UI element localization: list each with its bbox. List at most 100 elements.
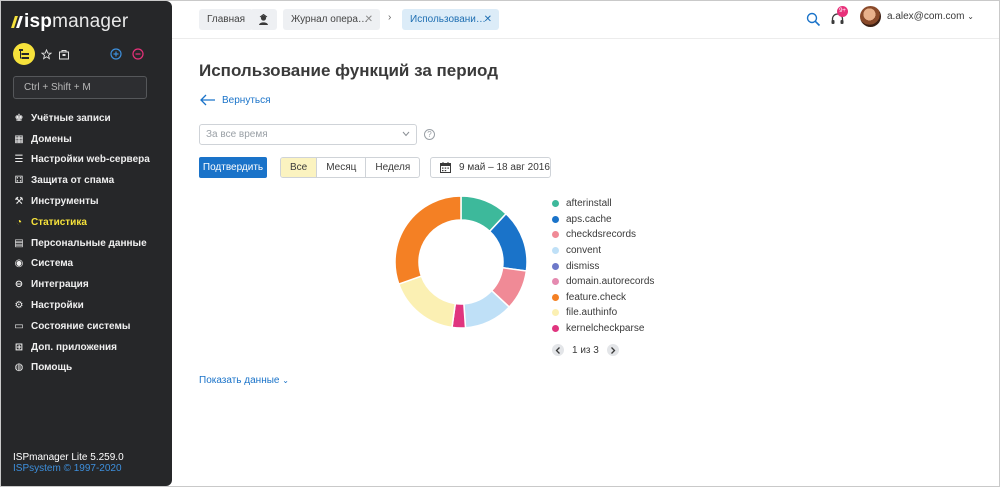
- sidebar-item-domains[interactable]: ▦ Домены: [1, 129, 172, 150]
- sidebar-item-label: Настройки web-сервера: [31, 154, 150, 166]
- close-icon[interactable]: ✕: [484, 9, 492, 30]
- notification-badge: 9+: [837, 6, 848, 17]
- shop-button[interactable]: [55, 45, 73, 63]
- legend-item[interactable]: file.authinfo: [552, 305, 654, 321]
- pager-next-button[interactable]: [606, 344, 619, 356]
- legend-item[interactable]: convent: [552, 243, 654, 259]
- legend-swatch: [552, 247, 559, 255]
- version-label: ISPmanager Lite 5.259.0: [13, 452, 124, 463]
- date-range-button[interactable]: 9 май – 18 авг 2016: [430, 157, 551, 178]
- legend-item[interactable]: kernelcheckparse: [552, 321, 654, 337]
- sidebar-item-personal-data[interactable]: ▤ Персональные данные: [1, 233, 172, 254]
- date-range-label: 9 май – 18 авг 2016: [459, 162, 550, 173]
- breadcrumb-separator: ›: [388, 12, 392, 23]
- legend-label: dismiss: [566, 260, 600, 272]
- sidebar-item-integration[interactable]: ⊖ Интеграция: [1, 274, 172, 295]
- legend-swatch: [552, 200, 559, 208]
- show-data-link[interactable]: Показать данные ⌄: [199, 375, 289, 386]
- expand-all-button[interactable]: [107, 45, 125, 63]
- sidebar-item-label: Доп. приложения: [31, 341, 117, 353]
- legend-item[interactable]: aps.cache: [552, 212, 654, 228]
- pager-prev-button[interactable]: [552, 344, 564, 356]
- legend-swatch: [552, 215, 559, 223]
- legend-item[interactable]: checkdsrecords: [552, 227, 654, 243]
- avatar[interactable]: [860, 6, 881, 27]
- legend-item[interactable]: domain.autorecords: [552, 274, 654, 290]
- sidebar-item-label: Настройки: [31, 300, 84, 312]
- logo-bold: isp: [24, 11, 53, 32]
- back-label: Вернуться: [222, 94, 271, 106]
- period-select[interactable]: За все время: [199, 124, 417, 145]
- menu-tree-icon: [19, 49, 29, 59]
- sidebar-item-apps[interactable]: ⊞ Доп. приложения: [1, 337, 172, 358]
- donut-slice-file-authinfo[interactable]: [397, 275, 457, 329]
- chevron-right-icon: [610, 346, 616, 354]
- donut-slice-feature-check[interactable]: [394, 195, 462, 286]
- tools-icon: ⚒: [14, 196, 24, 208]
- monitor-icon: ▭: [14, 320, 24, 332]
- menu-tree-button[interactable]: [13, 43, 35, 65]
- sidebar-item-monitor[interactable]: ▭ Состояние системы: [1, 316, 172, 337]
- tab-journal-label: Журнал опера…: [291, 14, 368, 25]
- help-icon[interactable]: ?: [424, 129, 435, 140]
- legend-label: kernelcheckparse: [566, 323, 645, 335]
- legend-swatch: [552, 293, 559, 301]
- tab-week[interactable]: Неделя: [366, 158, 419, 177]
- statistics-icon: ◔: [15, 216, 23, 228]
- tab-journal[interactable]: Журнал опера… ✕: [283, 9, 380, 30]
- tab-month[interactable]: Месяц: [317, 158, 367, 177]
- sidebar-item-label: Инструменты: [31, 196, 99, 208]
- tab-all[interactable]: Все: [281, 158, 318, 177]
- collapse-all-button[interactable]: [129, 45, 147, 63]
- sidebar-item-label: Статистика: [31, 216, 87, 228]
- sidebar-item-webserver-settings[interactable]: ☰ Настройки web-сервера: [1, 150, 172, 171]
- legend-item[interactable]: afterinstall: [552, 196, 654, 212]
- settings-icon: ⚙: [14, 300, 24, 312]
- tab-usage[interactable]: Использовани… ✕: [402, 9, 499, 30]
- domains-icon: ▦: [14, 133, 24, 145]
- tab-home[interactable]: Главная: [199, 9, 254, 30]
- sidebar-item-users[interactable]: ♚ Учётные записи: [1, 108, 172, 129]
- legend-label: convent: [566, 245, 602, 257]
- spam-protection-icon: ⚃: [14, 175, 24, 187]
- sidebar-item-help[interactable]: ◍ Помощь: [1, 358, 172, 379]
- back-link[interactable]: Вернуться: [199, 94, 271, 106]
- legend-label: aps.cache: [566, 213, 612, 225]
- chevron-down-icon: ⌄: [967, 12, 974, 21]
- usage-donut-chart: [394, 195, 528, 329]
- legend-item[interactable]: feature.check: [552, 290, 654, 306]
- sidebar-item-label: Защита от спама: [31, 175, 115, 187]
- help-icon: ◍: [14, 362, 24, 374]
- sidebar-footer: ISPmanager Lite 5.259.0 ISPsystem © 1997…: [13, 452, 124, 474]
- confirm-button[interactable]: Подтвердить: [199, 157, 267, 178]
- shop-bag-icon: [59, 50, 69, 60]
- search-button[interactable]: [803, 9, 823, 29]
- sidebar-item-label: Интеграция: [31, 279, 89, 291]
- logo[interactable]: ispmanager: [11, 11, 128, 33]
- close-icon[interactable]: ✕: [365, 9, 373, 30]
- tab-usage-label: Использовани…: [410, 14, 486, 25]
- tab-user-icon[interactable]: [250, 9, 277, 30]
- legend-label: domain.autorecords: [566, 276, 655, 288]
- pager-text: 1 из 3: [572, 344, 599, 356]
- sidebar-item-label: Учётные записи: [31, 112, 111, 124]
- sidebar-item-settings[interactable]: ⚙ Настройки: [1, 295, 172, 316]
- legend-item[interactable]: dismiss: [552, 258, 654, 274]
- menu-search-input[interactable]: Ctrl + Shift + M: [13, 76, 147, 99]
- legend-label: checkdsrecords: [566, 229, 637, 241]
- plus-circle-icon: [110, 48, 122, 60]
- favorites-button[interactable]: [37, 45, 55, 63]
- user-email: a.alex@com.com: [887, 11, 965, 22]
- copyright-link[interactable]: ISPsystem © 1997-2020: [13, 463, 124, 474]
- user-menu[interactable]: a.alex@com.com ⌄: [887, 11, 974, 22]
- legend-label: file.authinfo: [566, 307, 618, 319]
- sidebar-item-statistics[interactable]: ◔ Статистика: [1, 212, 172, 233]
- search-icon: [806, 12, 820, 26]
- chart-legend: afterinstall aps.cache checkdsrecords conve…: [552, 196, 654, 336]
- page-title: Использование функций за период: [199, 61, 499, 80]
- chevron-left-icon: [555, 346, 560, 354]
- sidebar-nav: ♚ Учётные записи ▦ Домены ☰ Настройки web-сер…: [1, 108, 172, 378]
- sidebar-item-spam-protection[interactable]: ⚃ Защита от спама: [1, 170, 172, 191]
- sidebar-item-tools[interactable]: ⚒ Инструменты: [1, 191, 172, 212]
- sidebar-item-system[interactable]: ◉ Система: [1, 254, 172, 275]
